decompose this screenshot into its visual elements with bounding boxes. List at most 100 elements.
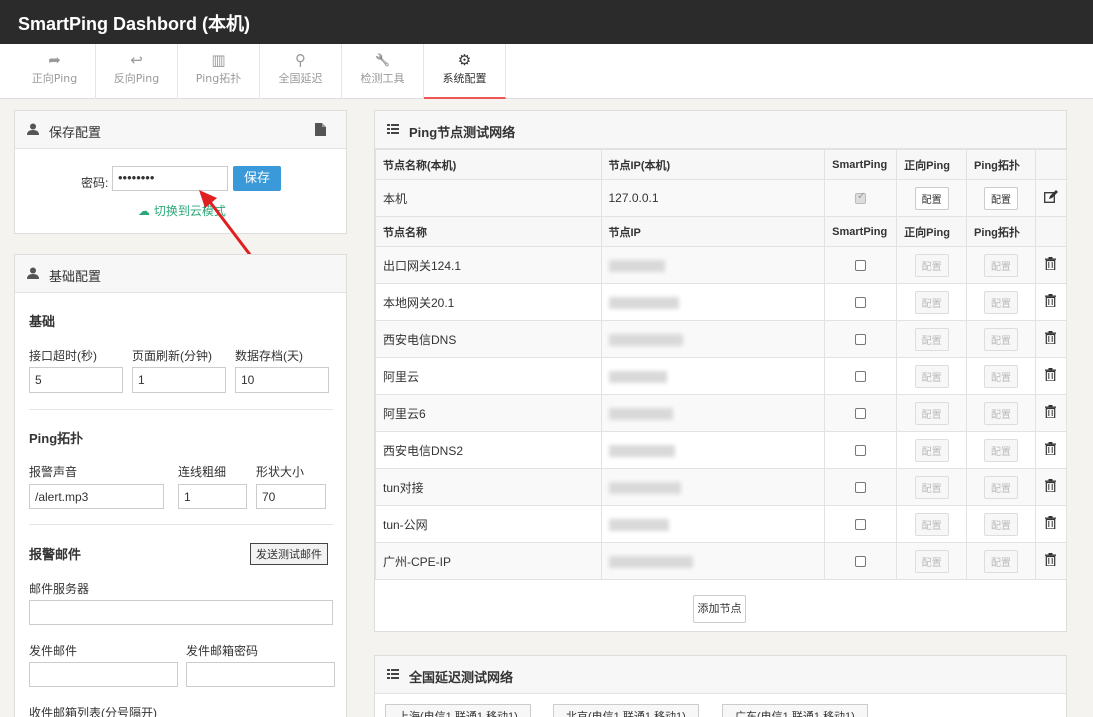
node-ip [600,246,826,284]
trash-icon[interactable] [1045,405,1057,419]
password-input[interactable]: •••••••• [112,166,228,191]
node-ip [600,320,826,358]
config-button[interactable]: 配置 [914,364,949,388]
smartping-checkbox[interactable] [855,334,867,346]
send-test-mail-button[interactable]: 发送测试邮件 [250,543,328,565]
config-button[interactable]: 配置 [984,512,1018,536]
smartping-checkbox[interactable] [855,371,867,383]
config-button[interactable]: 配置 [984,438,1018,462]
table-header: 节点名称(本机) 节点IP(本机) SmartPing 正向Ping Ping拓… [375,149,1068,180]
table-header: 节点名称 节点IP SmartPing 正向Ping Ping拓扑 [375,216,1068,247]
node-ip [600,357,826,395]
column-header: 节点IP(本机) [600,149,826,180]
recipient-list-label: 收件邮箱列表(分号隔开) [29,706,157,717]
table-row: 西安电信DNS2 配置 配置 [375,431,1068,469]
config-button[interactable]: 配置 [984,290,1018,314]
trash-icon[interactable] [1045,294,1057,308]
config-button[interactable]: 配置 [914,186,949,210]
edit-icon[interactable] [1044,190,1058,203]
divider [29,524,333,525]
column-header: 正向Ping [896,216,968,247]
redacted-ip [608,481,681,494]
from-password-input[interactable] [186,662,335,687]
sound-input[interactable]: /alert.mp3 [29,484,164,509]
config-button[interactable]: 配置 [914,549,949,573]
mail-server-input[interactable] [29,600,333,625]
column-header: Ping拓扑 [966,216,1036,247]
basic-config-panel: 基础配置 基础 接口超时(秒) 5 页面刷新(分钟) 1 数据存档(天) 10 … [14,254,347,717]
config-button[interactable]: 配置 [984,253,1018,277]
sound-label: 报警声音 [29,465,78,479]
timeout-input[interactable]: 5 [29,367,123,393]
nav-system-config[interactable]: ⚙ 系统配置 [424,44,506,99]
archive-input[interactable]: 10 [235,367,329,393]
panel-title: Ping节点测试网络 [409,125,516,140]
smartping-checkbox[interactable] [855,519,867,531]
save-button[interactable]: 保存 [233,166,281,191]
tab-region[interactable]: 上海(电信1,联通1,移动1) [385,704,531,717]
trash-icon[interactable] [1045,516,1057,530]
nav-reverse-ping[interactable]: ↩ 反向Ping [96,44,178,99]
panel-header: 全国延迟测试网络 [375,656,1066,694]
tab-region[interactable]: 广东(电信1,联通1,移动1) [722,704,868,717]
trash-icon[interactable] [1045,331,1057,345]
from-mail-input[interactable] [29,662,178,687]
line-width-label: 连线粗细 [178,465,227,479]
config-button[interactable]: 配置 [914,475,949,499]
config-button[interactable]: 配置 [984,549,1018,573]
basic-heading: 基础 [29,314,56,329]
redacted-ip [608,333,683,346]
add-node-button[interactable]: 添加节点 [693,595,746,623]
config-button[interactable]: 配置 [914,401,949,425]
config-button[interactable]: 配置 [984,327,1018,351]
config-button[interactable]: 配置 [984,186,1018,210]
chart-icon: ▥ [211,51,226,69]
config-button[interactable]: 配置 [984,475,1018,499]
table-row: 出口网关124.1 配置 配置 [375,246,1068,284]
from-mail-label: 发件邮件 [29,644,78,658]
nav-label: 正向Ping [31,72,78,85]
column-header: 正向Ping [896,149,968,180]
shape-size-input[interactable]: 70 [256,484,326,509]
smartping-checkbox[interactable] [855,482,867,494]
config-button[interactable]: 配置 [914,253,949,277]
node-name: 广州-CPE-IP [375,542,602,580]
smartping-checkbox[interactable] [855,297,867,309]
node-ip [600,431,826,469]
trash-icon[interactable] [1045,257,1057,271]
config-button[interactable]: 配置 [984,401,1018,425]
column-header: 节点名称(本机) [375,149,602,180]
panel-title: 全国延迟测试网络 [409,670,514,685]
trash-icon[interactable] [1045,479,1057,493]
trash-icon[interactable] [1045,442,1057,456]
trash-icon[interactable] [1045,553,1057,567]
file-icon[interactable] [315,123,326,136]
tab-region[interactable]: 北京(电信1,联通1,移动1) [553,704,699,717]
config-button[interactable]: 配置 [914,327,949,351]
smartping-checkbox[interactable] [855,408,867,420]
nav-forward-ping[interactable]: ➦ 正向Ping [14,44,96,99]
nav-ping-topology[interactable]: ▥ Ping拓扑 [178,44,260,99]
table-row: 本地网关20.1 配置 配置 [375,283,1068,321]
nav-label: 检测工具 [360,72,405,85]
nav-tools[interactable]: 🔧 检测工具 [342,44,424,99]
nav-label: 全国延迟 [278,72,323,85]
table-row: 本机 127.0.0.1 配置 配置 [375,179,1068,217]
nav-national-latency[interactable]: ⚲ 全国延迟 [260,44,342,99]
config-button[interactable]: 配置 [984,364,1018,388]
nodes-table: 节点名称(本机) 节点IP(本机) SmartPing 正向Ping Ping拓… [375,149,1068,580]
refresh-input[interactable]: 1 [132,367,226,393]
smartping-checkbox[interactable] [855,445,867,457]
config-button[interactable]: 配置 [914,438,949,462]
nav-label: Ping拓扑 [195,72,242,85]
config-button[interactable]: 配置 [914,512,949,536]
node-name: 阿里云6 [375,394,602,432]
archive-label: 数据存档(天) [235,349,303,363]
smartping-checkbox[interactable] [855,556,867,568]
line-width-input[interactable]: 1 [178,484,247,509]
panel-header: 基础配置 [15,255,346,293]
config-button[interactable]: 配置 [914,290,949,314]
smartping-checkbox[interactable] [855,260,867,272]
list-icon [387,669,399,679]
trash-icon[interactable] [1045,368,1057,382]
